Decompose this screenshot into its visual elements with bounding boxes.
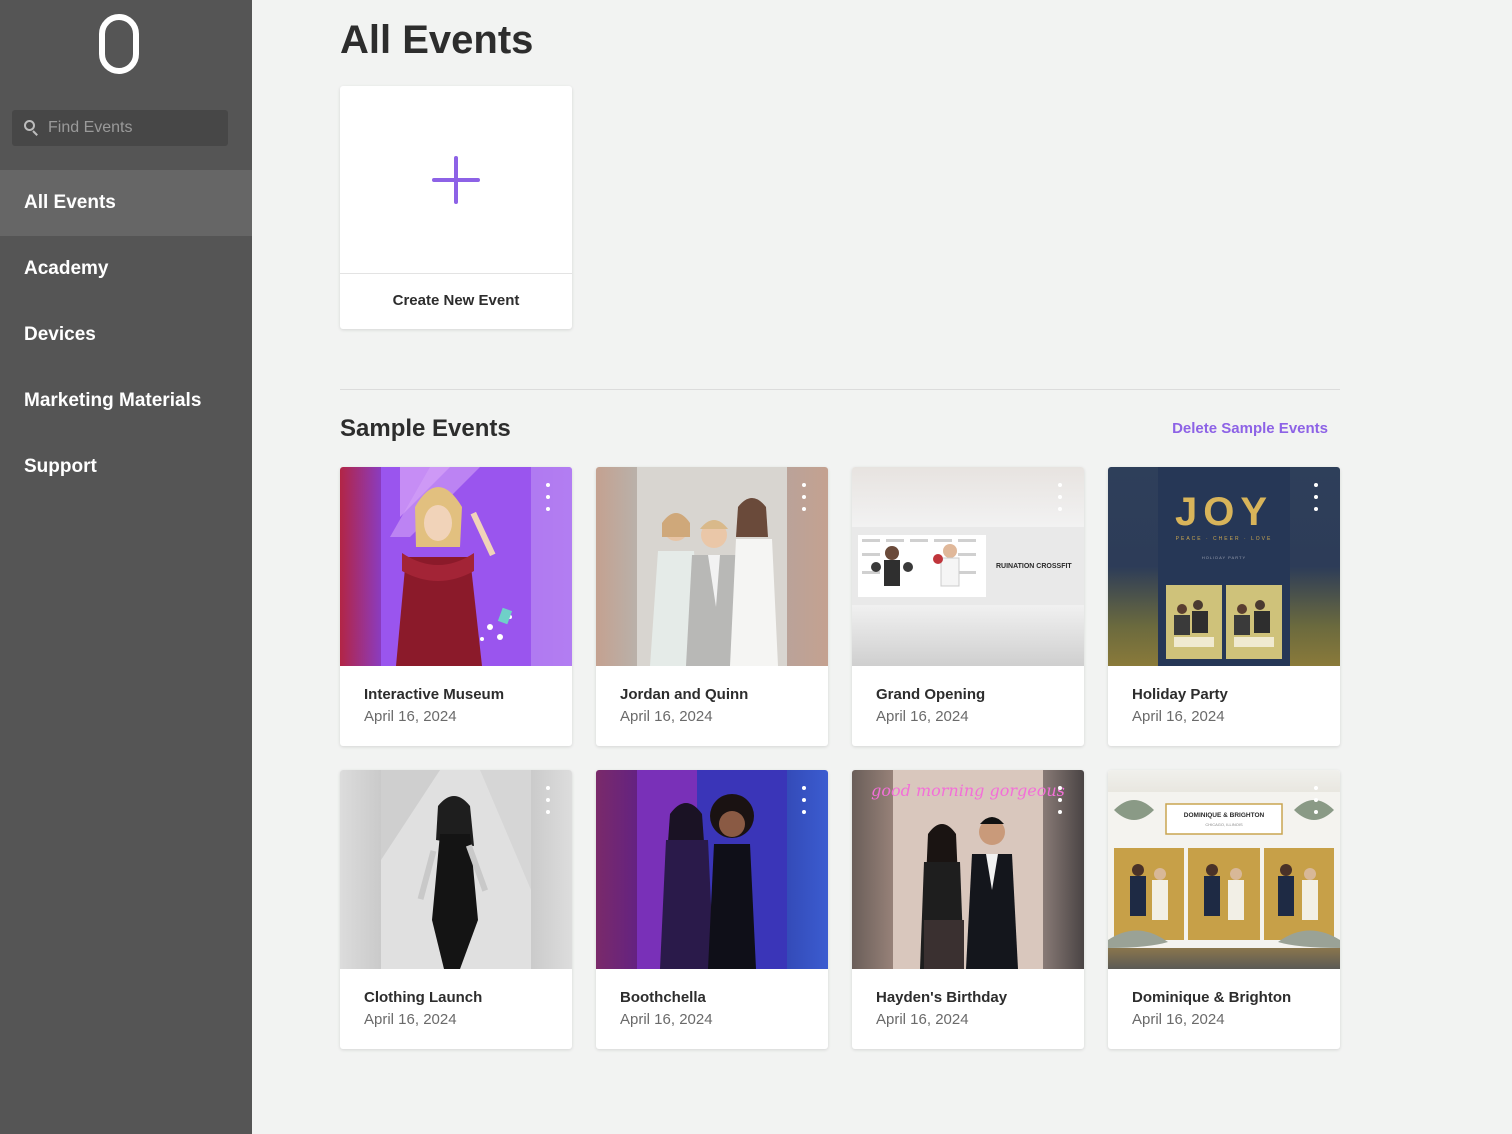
event-thumbnail: RUINATION CROSSFIT — [852, 467, 1084, 666]
section-divider — [340, 389, 1340, 390]
event-name: Grand Opening — [876, 686, 986, 703]
search-input[interactable] — [48, 119, 218, 137]
wedding-names-text: DOMINIQUE & BRIGHTON — [1184, 812, 1265, 819]
sample-events-title: Sample Events — [340, 415, 511, 442]
event-thumbnail — [340, 467, 572, 666]
event-card[interactable]: DOMINIQUE & BRIGHTON CHICAGO, ILLINOIS D… — [1108, 770, 1340, 1049]
sidebar-item-marketing-materials[interactable]: Marketing Materials — [0, 368, 252, 434]
holiday-title-text: JOY — [1175, 490, 1273, 534]
event-name: Hayden's Birthday — [876, 989, 1008, 1006]
search-icon — [24, 120, 40, 136]
crossfit-banner-text: RUINATION CROSSFIT — [996, 563, 1072, 570]
event-date: April 16, 2024 — [364, 708, 457, 725]
wedding-location-text: CHICAGO, ILLINOIS — [1205, 822, 1243, 827]
event-name: Jordan and Quinn — [620, 686, 749, 703]
neon-sign-text: good morning gorgeous — [871, 781, 1065, 800]
plus-icon[interactable] — [432, 156, 480, 204]
card-menu-icon[interactable] — [1312, 483, 1320, 511]
event-thumbnail — [596, 467, 828, 666]
event-card[interactable]: RUINATION CROSSFIT Grand Opening April 1… — [852, 467, 1084, 746]
wedding-strip: DOMINIQUE & BRIGHTON CHICAGO, ILLINOIS — [1108, 792, 1340, 948]
boothchella-photo — [637, 770, 787, 969]
event-name: Interactive Museum — [364, 686, 505, 703]
event-date: April 16, 2024 — [1132, 1011, 1225, 1028]
event-name: Dominique & Brighton — [1132, 989, 1292, 1006]
event-date: April 16, 2024 — [620, 708, 713, 725]
create-event-label[interactable]: Create New Event — [340, 292, 572, 309]
card-menu-icon[interactable] — [800, 786, 808, 814]
create-card-divider — [340, 273, 572, 274]
event-date: April 16, 2024 — [1132, 708, 1225, 725]
event-name: Holiday Party — [1132, 686, 1228, 703]
holiday-caption-text: HOLIDAY PARTY — [1202, 555, 1246, 560]
crossfit-strip: RUINATION CROSSFIT — [852, 527, 1084, 605]
sidebar-item-all-events[interactable]: All Events — [0, 170, 252, 236]
card-menu-icon[interactable] — [1312, 786, 1320, 814]
page-title: All Events — [340, 18, 534, 62]
sidebar-item-support[interactable]: Support — [0, 434, 252, 500]
event-card[interactable]: good morning gorgeous Hayden's Birthday … — [852, 770, 1084, 1049]
event-date: April 16, 2024 — [620, 1011, 713, 1028]
event-card[interactable]: Jordan and Quinn April 16, 2024 — [596, 467, 828, 746]
event-thumbnail — [340, 770, 572, 969]
holiday-card: JOY PEACE · CHEER · LOVE HOLIDAY PARTY — [1158, 467, 1290, 666]
card-menu-icon[interactable] — [1056, 786, 1064, 814]
sidebar-item-devices[interactable]: Devices — [0, 302, 252, 368]
museum-photo — [381, 467, 572, 666]
event-name: Clothing Launch — [364, 989, 483, 1006]
card-menu-icon[interactable] — [544, 483, 552, 511]
sidebar-item-academy[interactable]: Academy — [0, 236, 252, 302]
event-card[interactable]: Clothing Launch April 16, 2024 — [340, 770, 572, 1049]
holiday-subtitle-text: PEACE · CHEER · LOVE — [1176, 536, 1273, 542]
logo-icon[interactable] — [99, 14, 139, 74]
event-thumbnail — [596, 770, 828, 969]
event-card[interactable]: Boothchella April 16, 2024 — [596, 770, 828, 1049]
clothing-photo — [381, 770, 531, 969]
sidebar-nav: All Events Academy Devices Marketing Mat… — [0, 170, 252, 500]
event-thumbnail: JOY PEACE · CHEER · LOVE HOLIDAY PARTY — [1108, 467, 1340, 666]
card-menu-icon[interactable] — [800, 483, 808, 511]
birthday-photo: good morning gorgeous — [871, 770, 1065, 969]
event-name: Boothchella — [620, 989, 706, 1006]
card-menu-icon[interactable] — [1056, 483, 1064, 511]
event-card[interactable]: Interactive Museum April 16, 2024 — [340, 467, 572, 746]
delete-sample-events-link[interactable]: Delete Sample Events — [1172, 420, 1328, 437]
event-date: April 16, 2024 — [364, 1011, 457, 1028]
event-date: April 16, 2024 — [876, 708, 969, 725]
event-card[interactable]: JOY PEACE · CHEER · LOVE HOLIDAY PARTY H… — [1108, 467, 1340, 746]
couple-photo — [637, 467, 787, 666]
search-box[interactable] — [12, 110, 228, 146]
card-menu-icon[interactable] — [544, 786, 552, 814]
sidebar: All Events Academy Devices Marketing Mat… — [0, 0, 252, 1134]
event-date: April 16, 2024 — [876, 1011, 969, 1028]
sample-events-grid: Interactive Museum April 16, 2024 Jordan… — [340, 467, 1340, 1049]
event-thumbnail: good morning gorgeous — [852, 770, 1084, 969]
event-thumbnail: DOMINIQUE & BRIGHTON CHICAGO, ILLINOIS — [1108, 770, 1340, 969]
